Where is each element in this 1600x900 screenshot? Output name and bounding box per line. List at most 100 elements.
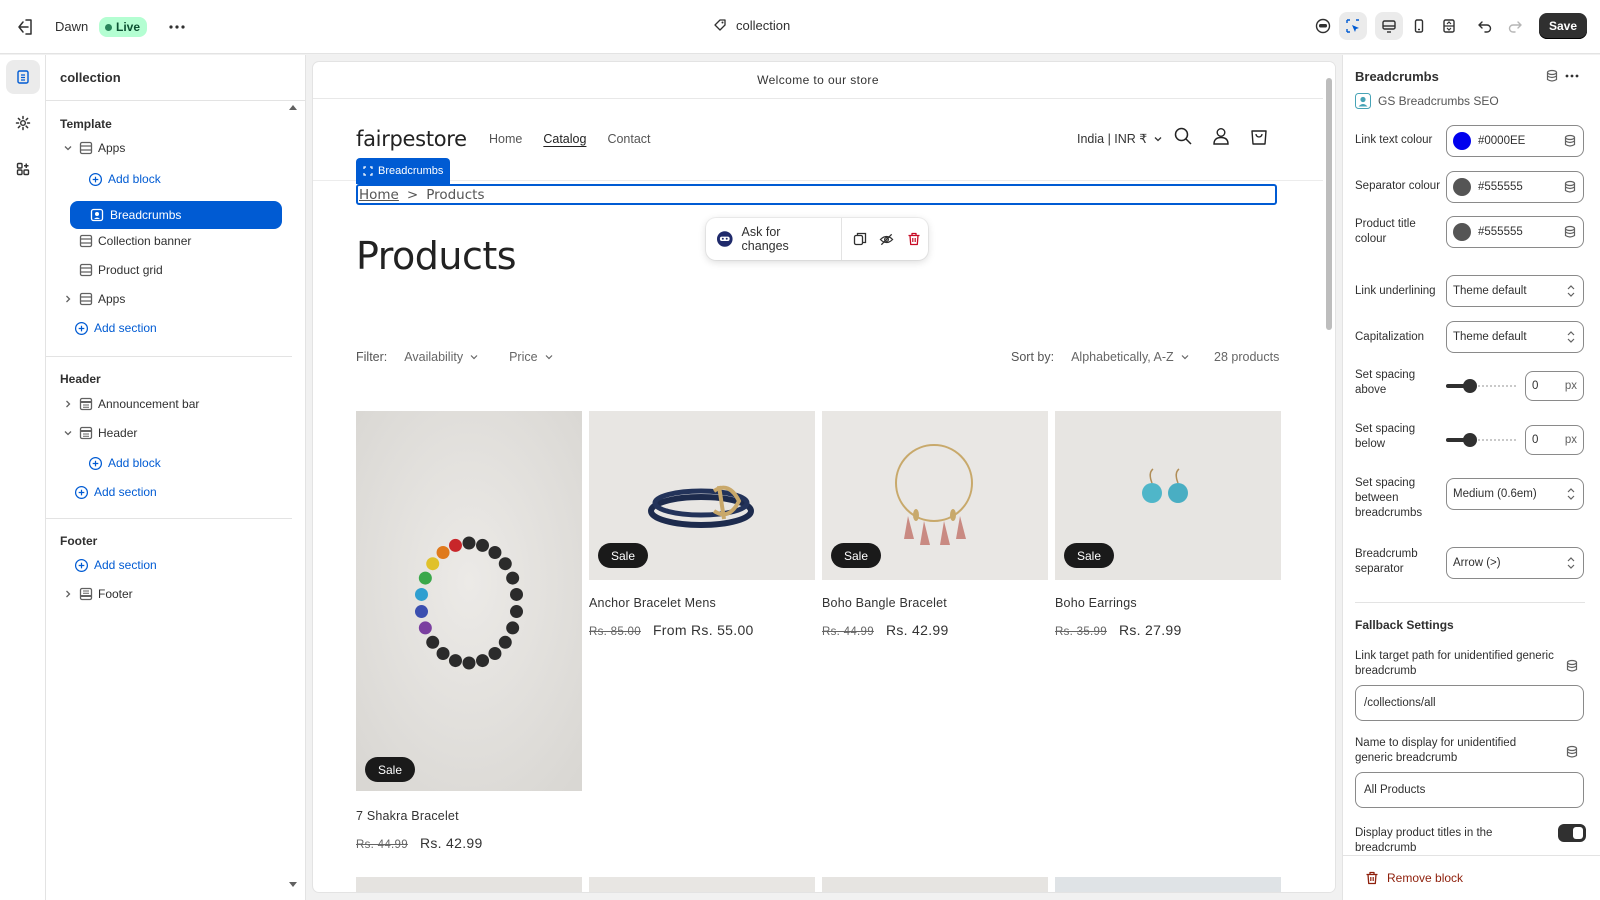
section-announcement-bar[interactable]: Announcement bar (60, 390, 199, 418)
mobile-icon[interactable] (1405, 12, 1433, 40)
scroll-up-icon[interactable] (288, 103, 298, 111)
redo-icon[interactable] (1501, 12, 1529, 40)
delete-icon[interactable] (901, 225, 928, 253)
breadcrumb[interactable]: Home > Products (356, 184, 1277, 205)
dynamic-source-icon[interactable] (1563, 180, 1577, 194)
nav-contact[interactable]: Contact (607, 132, 650, 146)
store-logo[interactable]: fairpestore (356, 127, 467, 151)
more-actions-icon[interactable] (166, 16, 188, 38)
spacing-between-select[interactable]: Medium (0.6em) (1446, 478, 1584, 510)
filter-price[interactable]: Price (509, 350, 553, 364)
nav-catalog[interactable]: Catalog (543, 132, 586, 146)
product-card[interactable]: Sale Boho Earrings Rs. 35.99 Rs. 27.99 (1055, 411, 1281, 638)
display-titles-toggle[interactable] (1558, 824, 1586, 842)
scroll-down-icon[interactable] (288, 881, 298, 889)
dynamic-source-icon[interactable] (1563, 225, 1577, 239)
account-icon[interactable] (1211, 126, 1231, 146)
spacing-above-input[interactable]: 0 px (1525, 371, 1584, 401)
section-apps[interactable]: Apps (60, 134, 125, 162)
apps-icon[interactable] (6, 152, 40, 186)
duplicate-icon[interactable] (846, 225, 873, 253)
full-width-icon[interactable] (1435, 12, 1463, 40)
block-breadcrumbs[interactable]: Breadcrumbs (70, 201, 282, 229)
product-image-next[interactable] (589, 877, 815, 892)
chevron-right-icon[interactable] (60, 396, 76, 412)
add-block-button[interactable]: Add block (88, 165, 161, 193)
product-title-colour-field[interactable]: #555555 (1446, 216, 1584, 248)
product-image[interactable]: Sale (1055, 411, 1281, 580)
nav-home[interactable]: Home (489, 132, 522, 146)
product-card[interactable]: Sale Anchor Bracelet Mens Rs. 85.00 From … (589, 411, 815, 638)
section-collection-banner[interactable]: Collection banner (60, 227, 191, 255)
product-name[interactable]: 7 Shakra Bracelet (356, 809, 582, 823)
more-options-icon[interactable] (1563, 67, 1581, 85)
product-name[interactable]: Anchor Bracelet Mens (589, 596, 815, 610)
exit-icon[interactable] (14, 16, 36, 38)
dynamic-source-icon[interactable] (1565, 659, 1579, 673)
separator-colour-field[interactable]: #555555 (1446, 171, 1584, 203)
spacing-above-slider[interactable] (1446, 376, 1516, 396)
product-card[interactable]: Sale 7 Shakra Bracelet Rs. 44.99 Rs. 42.9… (356, 411, 582, 851)
chevron-down-icon[interactable] (60, 425, 76, 441)
dynamic-source-icon[interactable] (1565, 745, 1579, 759)
product-image[interactable]: Sale (356, 411, 582, 791)
link-colour-swatch[interactable] (1453, 132, 1471, 150)
search-icon[interactable] (1173, 126, 1193, 146)
slider-handle[interactable] (1463, 433, 1477, 447)
section-apps-2[interactable]: Apps (60, 285, 125, 313)
separator-colour-swatch[interactable] (1453, 178, 1471, 196)
sidekick-icon[interactable] (1309, 12, 1337, 40)
ask-for-changes-button[interactable]: Ask for changes (706, 218, 842, 260)
breadcrumbs-block-tag[interactable]: Breadcrumbs (356, 158, 451, 184)
breadcrumb-home-link[interactable]: Home (359, 187, 399, 203)
spacing-below-input[interactable]: 0 px (1525, 425, 1584, 455)
filter-availability[interactable]: Availability (404, 350, 479, 364)
product-title-colour-value: #555555 (1478, 226, 1523, 238)
template-selector[interactable]: collection (712, 17, 790, 33)
link-colour-field[interactable]: #0000EE (1446, 125, 1584, 157)
country-selector[interactable]: India | INR ₹ (1077, 131, 1163, 146)
spacing-below-slider[interactable] (1446, 430, 1516, 450)
chevron-right-icon[interactable] (60, 291, 76, 307)
desktop-icon[interactable] (1374, 12, 1403, 40)
product-image-next[interactable] (822, 877, 1048, 892)
product-image[interactable]: Sale (822, 411, 1048, 580)
capitalization-select[interactable]: Theme default (1446, 321, 1584, 353)
add-section-button[interactable]: Add section (74, 314, 157, 342)
theme-name[interactable]: Dawn (55, 19, 88, 34)
settings-gear-icon[interactable] (6, 106, 40, 140)
slider-handle[interactable] (1463, 379, 1477, 393)
section-header[interactable]: Header (60, 419, 137, 447)
link-underlining-select[interactable]: Theme default (1446, 275, 1584, 307)
announcement-bar[interactable]: Welcome to our store (313, 62, 1323, 99)
sections-icon[interactable] (6, 60, 40, 94)
add-block-button[interactable]: Add block (88, 449, 161, 477)
inspector-icon[interactable] (1338, 12, 1367, 40)
sort-select[interactable]: Alphabetically, A-Z (1071, 350, 1190, 364)
product-image-next[interactable] (1055, 877, 1281, 892)
product-name[interactable]: Boho Bangle Bracelet (822, 596, 1048, 610)
add-section-button[interactable]: Add section (74, 478, 157, 506)
section-product-grid[interactable]: Product grid (60, 256, 163, 284)
breadcrumb-separator-select[interactable]: Arrow (>) (1446, 547, 1584, 579)
save-button[interactable]: Save (1538, 13, 1587, 39)
product-name[interactable]: Boho Earrings (1055, 596, 1281, 610)
chevron-right-icon[interactable] (60, 586, 76, 602)
store-preview[interactable]: Welcome to our store fairpestore Home Ca… (313, 62, 1335, 892)
dynamic-source-icon[interactable] (1563, 134, 1577, 148)
link-target-input[interactable]: /collections/all (1355, 685, 1584, 721)
preview-scroll-thumb[interactable] (1326, 78, 1332, 330)
section-footer[interactable]: Footer (60, 580, 133, 608)
product-title-colour-swatch[interactable] (1453, 223, 1471, 241)
product-image[interactable]: Sale (589, 411, 815, 580)
display-name-input[interactable]: All Products (1355, 772, 1584, 808)
dynamic-source-icon[interactable] (1545, 69, 1559, 83)
chevron-down-icon[interactable] (60, 140, 76, 156)
product-image-next[interactable] (356, 877, 582, 892)
cart-icon[interactable] (1249, 126, 1269, 146)
remove-block-button[interactable]: Remove block (1365, 871, 1463, 885)
hide-icon[interactable] (873, 225, 900, 253)
add-section-button[interactable]: Add section (74, 551, 157, 579)
undo-icon[interactable] (1471, 12, 1499, 40)
product-card[interactable]: Sale Boho Bangle Bracelet Rs. 44.99 Rs. 4… (822, 411, 1048, 638)
